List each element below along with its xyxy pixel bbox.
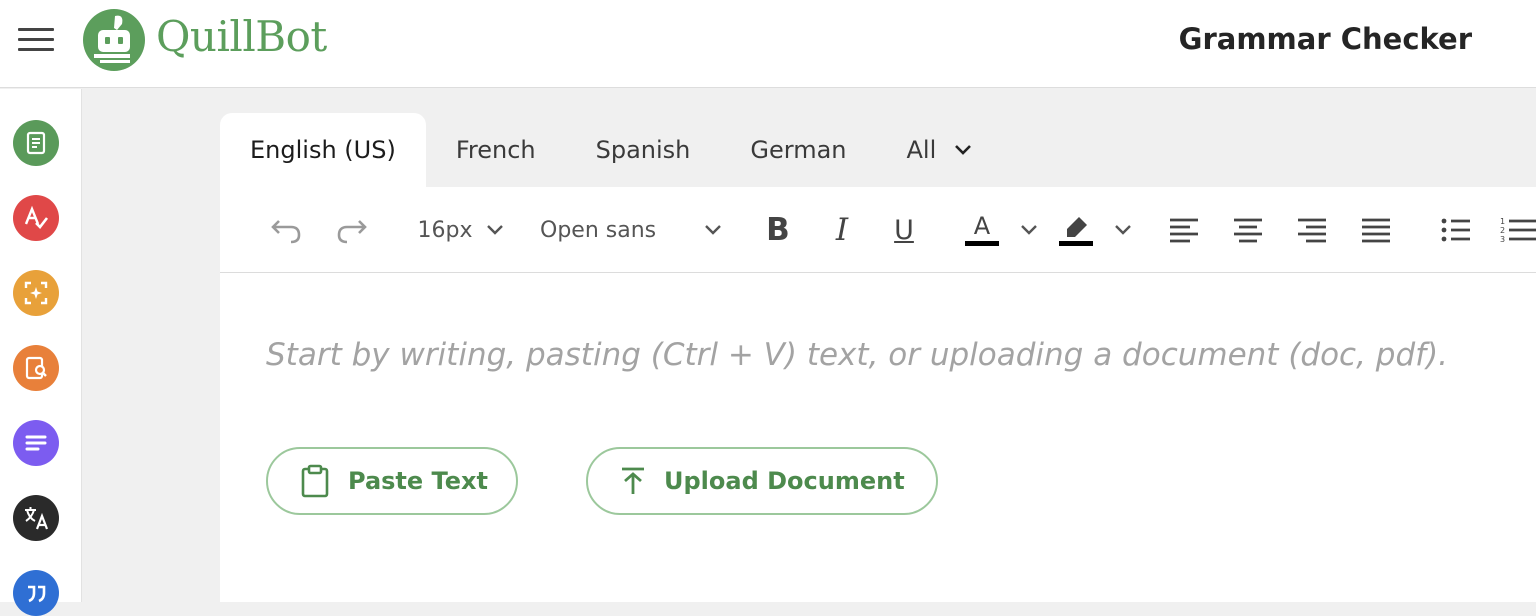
sidebar-item-translator[interactable] — [13, 495, 59, 541]
sidebar-item-summarizer[interactable] — [13, 420, 59, 466]
bold-button[interactable]: B — [760, 187, 796, 273]
tool-sidebar — [0, 89, 82, 616]
font-family-select[interactable]: Open sans — [540, 187, 722, 273]
underline-button[interactable]: U — [886, 187, 922, 273]
tab-french[interactable]: French — [426, 113, 566, 187]
align-center-button[interactable] — [1230, 187, 1266, 273]
sidebar-item-grammar-checker[interactable] — [13, 195, 59, 241]
brand-name[interactable]: QuillBot — [156, 12, 327, 61]
tab-german[interactable]: German — [720, 113, 876, 187]
sidebar-item-ai-detector[interactable] — [13, 270, 59, 316]
align-justify-button[interactable] — [1358, 187, 1394, 273]
upload-icon — [622, 467, 644, 494]
highlight-color-swatch — [1059, 241, 1093, 246]
svg-text:2: 2 — [1500, 226, 1505, 235]
text-color-swatch — [965, 241, 999, 246]
align-left-icon — [1170, 218, 1198, 243]
undo-icon — [271, 220, 301, 244]
language-tabs: English (US) French Spanish German All — [220, 113, 1002, 187]
sidebar-item-plagiarism-checker[interactable] — [13, 345, 59, 391]
summarizer-icon — [25, 435, 47, 451]
numbered-list-icon: 123 — [1500, 217, 1536, 244]
text-color-dropdown[interactable] — [1014, 187, 1044, 273]
font-family-value: Open sans — [540, 217, 657, 243]
italic-button[interactable]: I — [824, 187, 860, 273]
highlight-color-button[interactable] — [1056, 187, 1096, 273]
clipboard-icon — [301, 464, 329, 498]
text-color-label: A — [973, 212, 991, 240]
numbered-list-button[interactable]: 123 — [1500, 187, 1536, 273]
tab-all-languages[interactable]: All — [877, 113, 1003, 187]
svg-text:3: 3 — [1500, 235, 1505, 244]
bullet-list-icon — [1441, 218, 1470, 242]
align-justify-icon — [1362, 218, 1390, 243]
paste-text-label: Paste Text — [348, 467, 488, 495]
paste-text-button[interactable]: Paste Text — [266, 447, 518, 515]
chevron-down-icon — [705, 225, 721, 235]
chevron-down-icon — [1115, 225, 1131, 235]
bullet-list-button[interactable] — [1438, 187, 1474, 273]
formatting-toolbar: 16px Open sans B I U A 1 2 3 — [220, 187, 1536, 273]
redo-button[interactable] — [332, 187, 372, 273]
page-title: Grammar Checker — [1178, 22, 1472, 56]
align-left-button[interactable] — [1166, 187, 1202, 273]
align-right-icon — [1298, 218, 1326, 243]
align-right-button[interactable] — [1294, 187, 1330, 273]
tab-all-label: All — [906, 136, 937, 164]
chevron-down-icon — [487, 225, 504, 235]
highlight-color-dropdown[interactable] — [1108, 187, 1138, 273]
sidebar-item-paraphraser[interactable] — [13, 120, 59, 166]
ai-detector-icon — [24, 281, 48, 305]
tab-english-us[interactable]: English (US) — [220, 113, 426, 187]
hamburger-menu-icon[interactable] — [18, 28, 54, 54]
upload-document-button[interactable]: Upload Document — [586, 447, 938, 515]
font-size-select[interactable]: 16px — [414, 187, 508, 273]
editor-panel: 16px Open sans B I U A 1 2 3 Start by wr… — [220, 187, 1536, 602]
translator-icon — [25, 507, 49, 530]
font-size-value: 16px — [417, 217, 473, 243]
svg-text:1: 1 — [1500, 217, 1505, 226]
quillbot-logo-icon[interactable] — [82, 8, 146, 72]
align-center-icon — [1234, 218, 1262, 243]
chevron-down-icon — [1021, 225, 1037, 235]
undo-button[interactable] — [266, 187, 306, 273]
highlighter-icon — [1067, 217, 1087, 237]
tab-spanish[interactable]: Spanish — [566, 113, 721, 187]
plagiarism-checker-icon — [25, 356, 47, 380]
sidebar-item-citation-generator[interactable] — [13, 570, 59, 616]
grammar-checker-icon — [24, 205, 49, 229]
redo-icon — [337, 220, 367, 244]
upload-document-label: Upload Document — [664, 467, 905, 495]
chevron-down-icon — [955, 145, 972, 155]
citation-generator-icon — [28, 585, 46, 603]
editor-placeholder[interactable]: Start by writing, pasting (Ctrl + V) tex… — [266, 337, 1448, 373]
top-bar: QuillBot Grammar Checker — [0, 0, 1536, 88]
paraphraser-icon — [26, 131, 46, 155]
text-color-button[interactable]: A — [962, 187, 1002, 273]
